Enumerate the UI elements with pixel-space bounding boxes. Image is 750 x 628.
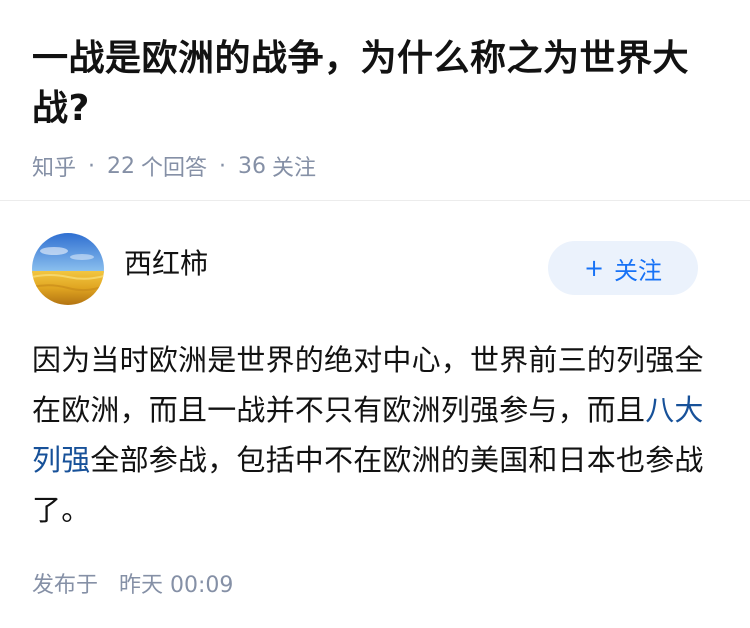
page: 一战是欧洲的战争，为什么称之为世界大战? 知乎 · 22 个回答 · 36 关注	[0, 0, 750, 628]
avatar[interactable]	[32, 233, 104, 305]
wheat-field-avatar-icon	[32, 233, 104, 305]
author-row: 西红柿 + 关注	[32, 233, 718, 305]
meta-separator: ·	[88, 153, 96, 179]
answer-count: 22	[107, 153, 136, 179]
question-header: 一战是欧洲的战争，为什么称之为世界大战? 知乎 · 22 个回答 · 36 关注	[0, 0, 750, 200]
publish-time: 昨天 00:09	[119, 573, 234, 598]
source-label[interactable]: 知乎	[32, 150, 76, 182]
follow-button[interactable]: + 关注	[548, 241, 698, 295]
answer-text-part2: 全部参战，包括中不在欧洲的美国和日本也参战了。	[32, 443, 704, 527]
follow-button-label: 关注	[614, 256, 663, 285]
question-meta: 知乎 · 22 个回答 · 36 关注	[32, 150, 718, 182]
answer-count-label: 个回答	[141, 156, 208, 181]
answer-text-part1: 因为当时欧洲是世界的绝对中心，世界前三的列强全在欧洲，而且一战并不只有欧洲列强参…	[32, 343, 704, 427]
follow-count-label: 关注	[272, 156, 317, 181]
answer-content: 因为当时欧洲是世界的绝对中心，世界前三的列强全在欧洲，而且一战并不只有欧洲列强参…	[32, 335, 718, 535]
answer-card: 西红柿 + 关注 因为当时欧洲是世界的绝对中心，世界前三的列强全在欧洲，而且一战…	[0, 233, 750, 599]
author-name[interactable]: 西红柿	[124, 242, 208, 282]
question-title[interactable]: 一战是欧洲的战争，为什么称之为世界大战?	[32, 34, 718, 134]
plus-icon: +	[583, 254, 605, 282]
answer-paragraph: 因为当时欧洲是世界的绝对中心，世界前三的列强全在欧洲，而且一战并不只有欧洲列强参…	[32, 335, 718, 535]
publish-info: 发布于 昨天 00:09	[32, 567, 718, 599]
meta-separator: ·	[219, 153, 227, 179]
divider	[0, 200, 750, 201]
publish-label: 发布于	[32, 573, 99, 598]
follow-count: 36	[238, 153, 267, 179]
